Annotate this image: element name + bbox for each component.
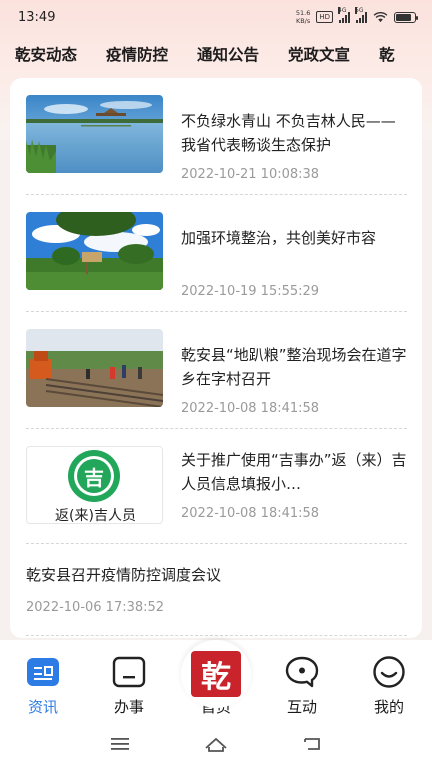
back-icon[interactable] [302,736,322,752]
nav-interact[interactable]: 互动 [272,654,332,717]
profile-icon [371,654,407,690]
home-seal-icon: 乾 [181,640,251,708]
nav-profile[interactable]: 我的 [359,654,419,717]
nav-service[interactable]: 办事 [99,654,159,717]
list-item[interactable]: 不负绿水青山 不负吉林人民——我省代表畅谈生态保护 2022-10-21 10:… [26,95,407,195]
wifi-icon [373,11,388,22]
network-speed: 51.6 KB/s [296,9,310,25]
article-date: 2022-10-06 17:38:52 [26,600,165,615]
article-date: 2022-10-19 15:55:29 [181,284,320,299]
status-icons: 51.6 KB/s HD 4G 5G [296,6,418,25]
signal-icon-2: 5G [355,6,367,23]
tab-announcements[interactable]: 通知公告 [197,43,259,65]
tab-qianan-news[interactable]: 乾安动态 [15,43,77,65]
article-date: 2022-10-21 10:08:38 [181,167,320,182]
tab-epidemic-control[interactable]: 疫情防控 [106,43,168,65]
battery-icon [394,11,418,23]
logo-caption: 返(来)吉人员 [55,508,136,524]
bottom-nav: 资讯 办事 乾 首页 互动 [0,640,432,720]
system-nav-bar [0,720,432,768]
article-title: 不负绿水青山 不负吉林人民——我省代表畅谈生态保护 [181,112,396,154]
article-title: 乾安县召开疫情防控调度会议 [26,566,222,584]
signal-icon: 4G [338,6,350,23]
news-icon [25,654,61,690]
list-item[interactable]: 乾安县“地趴粮”整治现场会在道字乡在字村召开 2022-10-08 18:41:… [26,329,407,429]
article-title: 乾安县“地趴粮”整治现场会在道字乡在字村召开 [181,346,407,388]
logo-glyph: 吉 [77,459,111,493]
article-date: 2022-10-08 18:41:58 [181,401,320,416]
list-item[interactable]: 吉 返(来)吉人员 关于推广使用“吉事办”返（来）吉人员信息填报小… 2022-… [26,446,407,544]
status-bar: 13:49 51.6 KB/s HD 4G 5G [0,0,432,34]
signal-tag: 4G [338,6,347,14]
article-date: 2022-10-08 18:41:58 [181,506,320,521]
network-speed-unit: KB/s [295,17,311,25]
article-title: 关于推广使用“吉事办”返（来）吉人员信息填报小… [181,451,407,493]
nav-label: 办事 [113,698,144,716]
news-list: 不负绿水青山 不负吉林人民——我省代表畅谈生态保护 2022-10-21 10:… [10,78,422,638]
lake-wetland-image [26,95,163,173]
hd-badge: HD [316,11,333,23]
menu-icon[interactable] [110,736,130,752]
nav-label: 互动 [286,698,317,716]
jishiban-logo-image: 吉 返(来)吉人员 [26,446,163,524]
list-item[interactable]: 乾安县召开疫情防控调度会议 2022-10-06 17:38:52 [26,561,407,636]
home-icon[interactable] [204,736,228,752]
network-speed-value: 51.6 [295,9,311,17]
seal-glyph: 乾 [191,651,241,697]
article-title: 加强环境整治，共创美好市容 [181,229,377,247]
tab-more[interactable]: 乾 [379,43,395,65]
signal-tag-2: 5G [355,6,364,14]
jishiban-logo-icon: 吉 [68,450,120,502]
chat-icon [284,654,320,690]
construction-site-image [26,329,163,407]
nav-home[interactable]: 乾 首页 [181,640,251,717]
nav-label: 我的 [373,698,404,716]
tab-party-propaganda[interactable]: 党政文宣 [288,43,350,65]
service-icon [111,654,147,690]
village-trees-image [26,212,163,290]
category-tabs: 乾安动态 疫情防控 通知公告 党政文宣 乾 [0,36,432,72]
nav-news[interactable]: 资讯 [13,654,73,717]
nav-label: 资讯 [27,698,58,716]
list-item[interactable]: 加强环境整治，共创美好市容 2022-10-19 15:55:29 [26,212,407,312]
status-time: 13:49 [18,9,56,25]
